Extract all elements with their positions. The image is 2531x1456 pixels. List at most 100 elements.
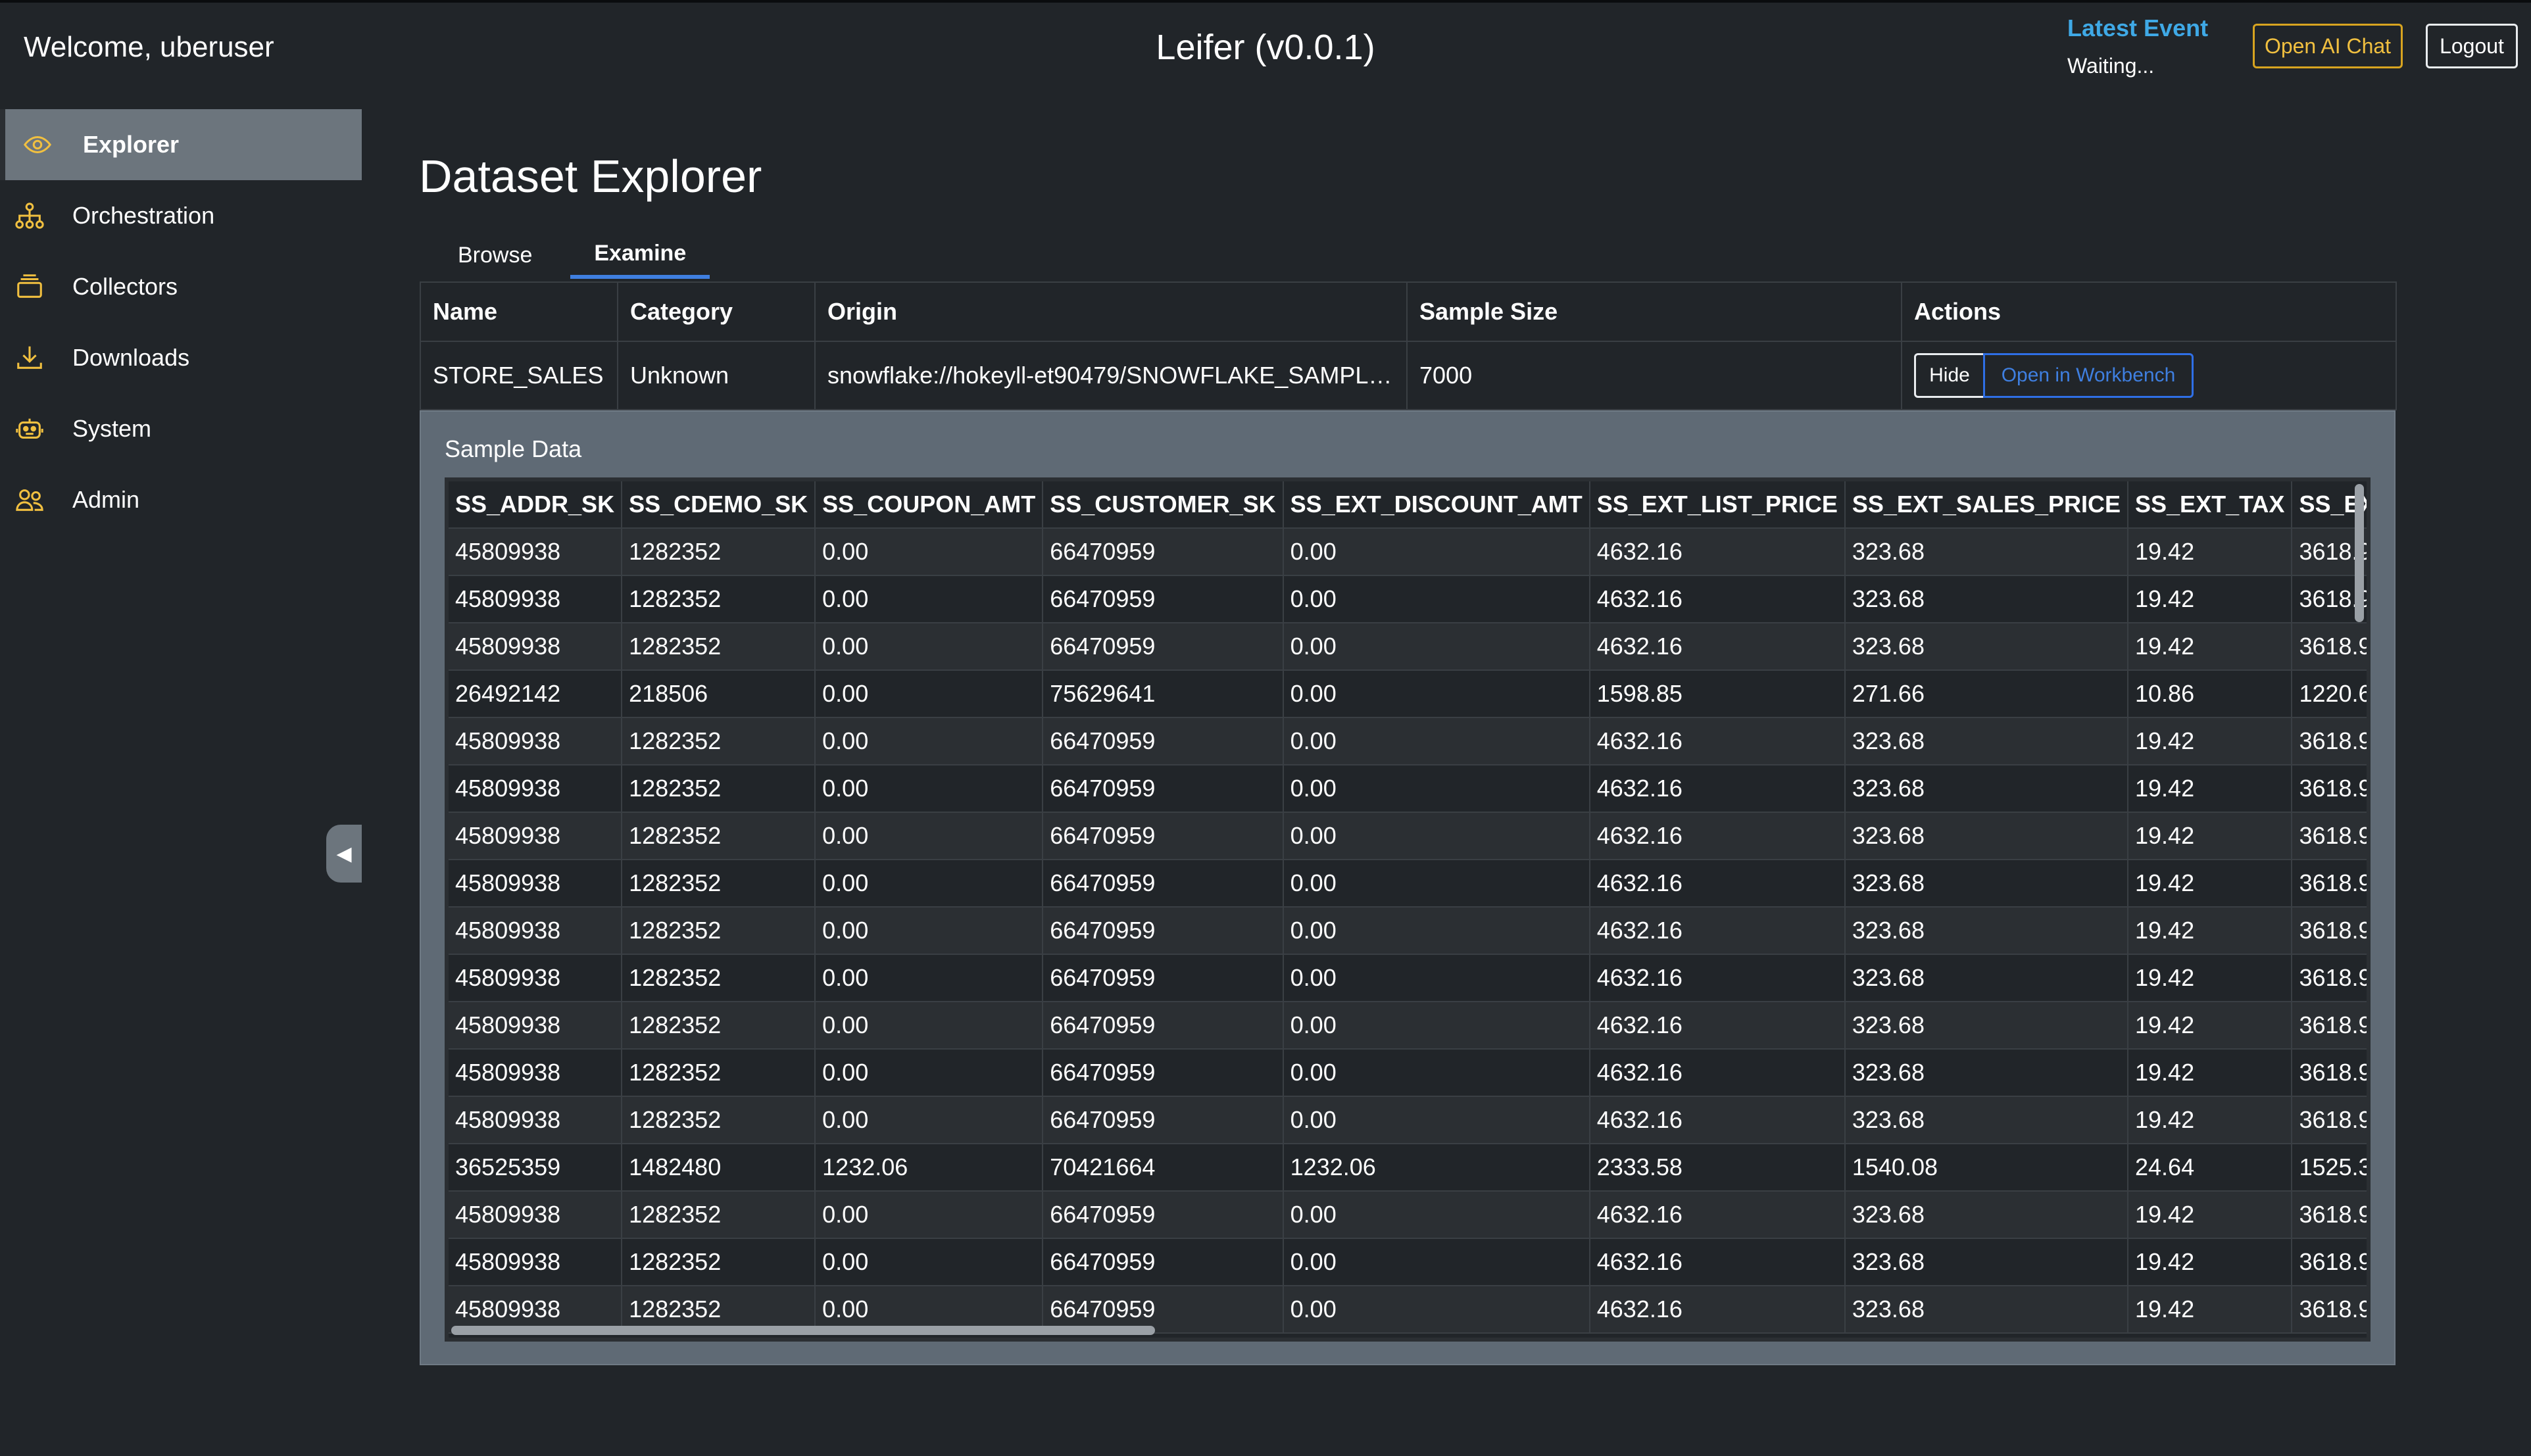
hide-button[interactable]: Hide — [1914, 353, 1985, 398]
table-cell: 66470959 — [1043, 1096, 1284, 1144]
table-cell: 1282352 — [622, 717, 816, 765]
column-header[interactable]: SS_EXT_TAX — [2128, 481, 2293, 529]
table-row: 45809938 1282352 0.00 66470959 0.00 4632.16 32… — [449, 528, 2367, 576]
table-cell: 0.00 — [1283, 812, 1590, 860]
table-cell: 4632.16 — [1589, 1049, 1846, 1097]
top-bar: Welcome, uberuser Leifer (v0.0.1) Latest… — [0, 0, 2531, 105]
dataset-actions: Hide Open in Workbench — [1901, 341, 2397, 410]
table-cell: 0.00 — [815, 954, 1044, 1002]
table-cell: 1282352 — [622, 1002, 816, 1050]
sidebar-item-system[interactable]: System — [0, 393, 362, 464]
column-header: Name — [420, 281, 618, 342]
table-row: 45809938 1282352 0.00 66470959 0.00 4632.16 32… — [449, 1049, 2367, 1097]
column-header[interactable]: SS_EXT_SALES_PRICE — [1844, 481, 2129, 529]
column-header[interactable]: SS_CDEMO_SK — [622, 481, 816, 529]
dataset-row: STORE_SALES Unknown snowflake://hokeyll-… — [420, 341, 2397, 410]
table-row: 45809938 1282352 0.00 66470959 0.00 4632.16 32… — [449, 1191, 2367, 1239]
table-cell: 4632.16 — [1589, 575, 1846, 623]
sidebar: Explorer Orchestration Collectors Downlo… — [0, 109, 362, 535]
column-header: Category — [617, 281, 816, 342]
table-cell: 19.42 — [2128, 812, 2293, 860]
sidebar-item-explorer[interactable]: Explorer — [0, 109, 362, 180]
table-row: 26492142 218506 0.00 75629641 0.00 1598.85 271… — [449, 670, 2367, 718]
table-cell: 66470959 — [1043, 623, 1284, 671]
table-cell: 0.00 — [1283, 623, 1590, 671]
table-cell: 45809938 — [449, 717, 623, 765]
sample-table-header: SS_ADDR_SK SS_CDEMO_SK SS_COUPON_AMT SS_CUS… — [449, 481, 2367, 529]
table-cell: 0.00 — [1283, 1238, 1590, 1286]
open-in-workbench-button[interactable]: Open in Workbench — [1983, 353, 2194, 398]
table-cell: 1282352 — [622, 765, 816, 813]
table-cell: 1282352 — [622, 1238, 816, 1286]
sidebar-item-admin[interactable]: Admin — [0, 464, 362, 535]
table-cell: 0.00 — [1283, 1191, 1590, 1239]
dataset-origin: snowflake://hokeyll-et90479/SNOWFLAKE_SA… — [814, 341, 1408, 410]
table-cell: 19.42 — [2128, 765, 2293, 813]
dataset-name: STORE_SALES — [420, 341, 618, 410]
table-cell: 4632.16 — [1589, 765, 1846, 813]
table-cell: 1282352 — [622, 954, 816, 1002]
table-cell: 0.00 — [815, 907, 1044, 955]
table-cell: 19.42 — [2128, 528, 2293, 576]
table-cell: 66470959 — [1043, 1191, 1284, 1239]
table-cell: 0.00 — [1283, 717, 1590, 765]
layers-icon — [12, 269, 47, 304]
table-cell: 45809938 — [449, 1238, 623, 1286]
table-cell: 3618.96 — [2292, 1286, 2367, 1334]
table-cell: 0.00 — [1283, 1002, 1590, 1050]
table-cell: 323.68 — [1844, 623, 2129, 671]
open-ai-chat-button[interactable]: Open AI Chat — [2253, 24, 2403, 68]
table-cell: 323.68 — [1844, 812, 2129, 860]
sidebar-item-collectors[interactable]: Collectors — [0, 251, 362, 322]
tab-browse[interactable]: Browse — [420, 231, 570, 279]
column-header[interactable]: SS_EXT_LIST_PRICE — [1589, 481, 1846, 529]
table-cell: 0.00 — [815, 1096, 1044, 1144]
table-cell: 3618.96 — [2292, 812, 2367, 860]
table-cell: 3618.96 — [2292, 860, 2367, 908]
table-cell: 19.42 — [2128, 860, 2293, 908]
page-title: Dataset Explorer — [419, 151, 762, 202]
column-header[interactable]: SS_CUSTOMER_SK — [1043, 481, 1284, 529]
table-cell: 4632.16 — [1589, 1238, 1846, 1286]
horizontal-scrollbar[interactable] — [451, 1326, 1155, 1335]
table-cell: 1282352 — [622, 575, 816, 623]
table-cell: 1282352 — [622, 1191, 816, 1239]
table-cell: 1282352 — [622, 1049, 816, 1097]
logout-button[interactable]: Logout — [2426, 24, 2518, 68]
table-cell: 45809938 — [449, 1096, 623, 1144]
table-cell: 4632.16 — [1589, 1191, 1846, 1239]
table-cell: 1282352 — [622, 623, 816, 671]
sample-data-panel: Sample Data SS_ADDR_SK SS_CDEMO_SK SS_COUP… — [420, 410, 2396, 1365]
dataset-category: Unknown — [617, 341, 816, 410]
table-cell: 66470959 — [1043, 812, 1284, 860]
table-cell: 66470959 — [1043, 954, 1284, 1002]
table-cell: 45809938 — [449, 860, 623, 908]
column-header[interactable]: SS_ADDR_SK — [449, 481, 623, 529]
table-cell: 19.42 — [2128, 1049, 2293, 1097]
table-cell: 66470959 — [1043, 1002, 1284, 1050]
tab-examine[interactable]: Examine — [570, 231, 710, 279]
column-header[interactable]: SS_COUPON_AMT — [815, 481, 1044, 529]
column-header[interactable]: SS_EXT_DISCOUNT_AMT — [1283, 481, 1590, 529]
table-row: 45809938 1282352 0.00 66470959 0.00 4632.16 32… — [449, 1002, 2367, 1050]
sample-data-grid[interactable]: SS_ADDR_SK SS_CDEMO_SK SS_COUPON_AMT SS_CUS… — [445, 477, 2371, 1342]
sidebar-collapse-button[interactable]: ◀ — [326, 825, 362, 883]
table-cell: 75629641 — [1043, 670, 1284, 718]
table-cell: 3618.96 — [2292, 765, 2367, 813]
table-cell: 45809938 — [449, 812, 623, 860]
table-cell: 45809938 — [449, 954, 623, 1002]
table-cell: 0.00 — [1283, 954, 1590, 1002]
dataset-table-header: Name Category Origin Sample Size Actions — [420, 281, 2397, 342]
vertical-scrollbar[interactable] — [2355, 484, 2364, 622]
table-cell: 0.00 — [1283, 670, 1590, 718]
table-cell: 0.00 — [1283, 1049, 1590, 1097]
sidebar-item-downloads[interactable]: Downloads — [0, 322, 362, 393]
table-cell: 3618.96 — [2292, 623, 2367, 671]
table-cell: 19.42 — [2128, 717, 2293, 765]
column-header: Origin — [814, 281, 1408, 342]
sidebar-item-orchestration[interactable]: Orchestration — [0, 180, 362, 251]
table-cell: 45809938 — [449, 1049, 623, 1097]
table-cell: 1282352 — [622, 812, 816, 860]
table-cell: 271.66 — [1844, 670, 2129, 718]
table-cell: 3618.96 — [2292, 1191, 2367, 1239]
